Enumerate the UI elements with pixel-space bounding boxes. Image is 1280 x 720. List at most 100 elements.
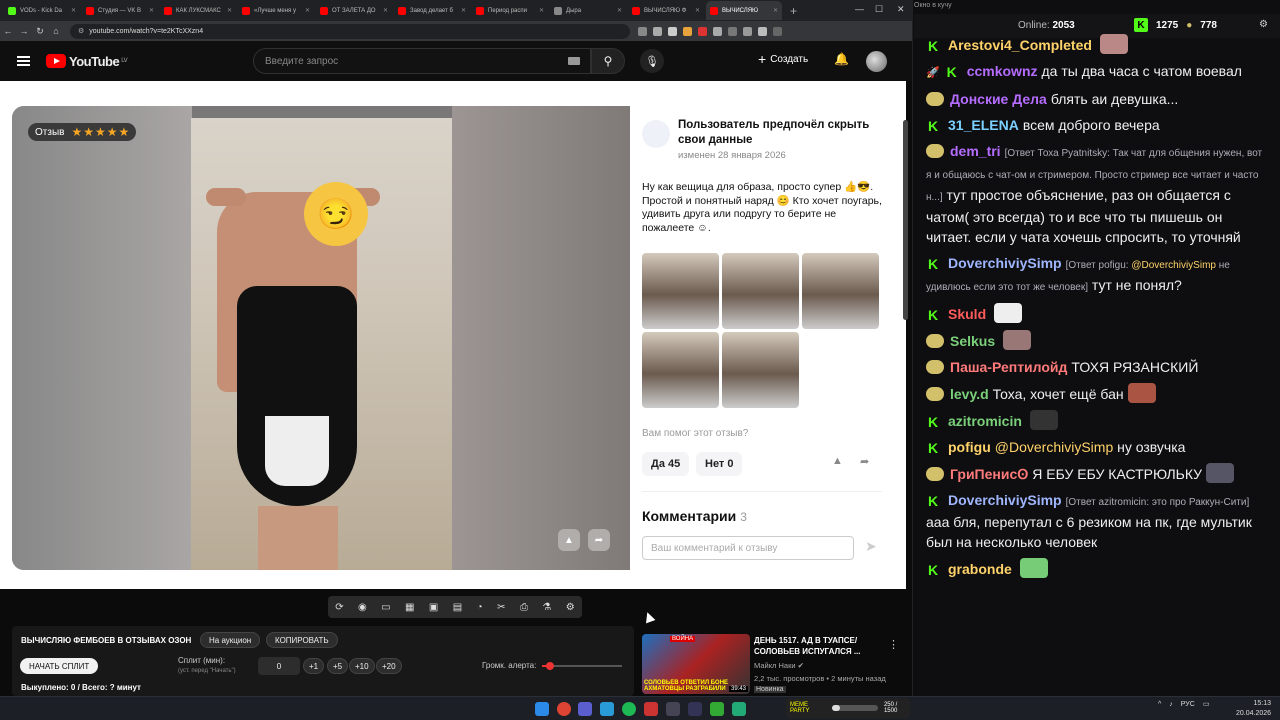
chat-username[interactable]: Донские Дела	[950, 91, 1047, 107]
screenshot-icon[interactable]: ⎙	[520, 602, 528, 613]
review-thumbnail[interactable]	[802, 253, 879, 329]
start-icon[interactable]	[535, 702, 549, 716]
back-icon[interactable]: ←	[0, 26, 16, 36]
helpful-yes-button[interactable]: Да 45	[642, 452, 690, 476]
spotify-icon[interactable]	[622, 702, 636, 716]
chat-username[interactable]: DoverchiviySimp	[948, 492, 1062, 508]
puzzle-icon[interactable]	[728, 26, 737, 36]
pip-icon[interactable]: ▣	[429, 602, 438, 613]
browser-tab[interactable]: VODs - Kick Da ✕	[4, 1, 80, 20]
search-button[interactable]: ⚲	[591, 48, 625, 74]
close-window-icon[interactable]: ✕	[897, 4, 905, 15]
site-info-icon[interactable]: ⚙	[78, 27, 84, 35]
profile-icon[interactable]	[758, 26, 767, 36]
increment-button[interactable]: +1	[303, 658, 325, 674]
close-tab-icon[interactable]: ✕	[617, 7, 622, 14]
close-tab-icon[interactable]: ✕	[383, 7, 388, 14]
review-thumbnail[interactable]	[722, 253, 799, 329]
menu-dots-icon[interactable]	[773, 26, 782, 36]
review-thumbnail[interactable]	[642, 332, 719, 408]
forward-icon[interactable]: →	[16, 26, 32, 36]
helpful-no-button[interactable]: Нет 0	[696, 452, 743, 476]
reply-mention[interactable]: @DoverchiviySimp	[1131, 260, 1216, 271]
send-comment-icon[interactable]: ➤	[865, 538, 877, 555]
review-photo[interactable]: 😏 Отзыв ★★★★★ ▲ ➦	[12, 106, 630, 570]
chat-username[interactable]: Паша-Рептилойд	[950, 359, 1067, 375]
chat-username[interactable]: pofigu	[948, 439, 991, 455]
tray-chevron-icon[interactable]: ^	[1158, 701, 1161, 708]
chat-username[interactable]: 31_ELENA	[948, 117, 1019, 133]
close-tab-icon[interactable]: ✕	[305, 7, 310, 14]
language-indicator[interactable]: РУС	[1181, 701, 1195, 708]
account-avatar[interactable]	[866, 51, 887, 72]
chat-username[interactable]: ГриПенисꙨ	[950, 466, 1028, 482]
chat-username[interactable]: DoverchiviySimp	[948, 255, 1062, 271]
film-icon[interactable]: ▦	[405, 602, 414, 613]
speed-icon[interactable]: ◔	[477, 602, 483, 613]
recommended-channel[interactable]: Майкл Наки ✔	[754, 661, 804, 670]
maximize-icon[interactable]: ☐	[875, 4, 883, 15]
auction-button[interactable]: На аукцион	[200, 632, 261, 648]
home-icon[interactable]: ⌂	[48, 26, 64, 36]
flask-icon[interactable]: ⚗	[542, 602, 551, 613]
browser-tab[interactable]: ОТ ЗАЛЕТА ДО ✕	[316, 1, 392, 20]
browser-tab[interactable]: ВЫЧИСЛЯЮ ✕	[706, 1, 782, 20]
keyboard-icon[interactable]	[568, 57, 580, 65]
chat-username[interactable]: Selkus	[950, 333, 995, 349]
close-tab-icon[interactable]: ✕	[461, 7, 466, 14]
close-tab-icon[interactable]: ✕	[227, 7, 232, 14]
video-frame[interactable]: 😏 Отзыв ★★★★★ ▲ ➦ Пользователь предпочёл…	[0, 81, 906, 589]
alert-volume-slider[interactable]	[542, 662, 622, 670]
copy-button[interactable]: КОПИРОВАТЬ	[266, 632, 338, 648]
app-icon[interactable]	[644, 702, 658, 716]
system-clock[interactable]: 15:13 20.04.2026	[1236, 699, 1271, 719]
chat-username[interactable]: ccmkownz	[967, 63, 1038, 79]
loop-icon[interactable]: ⟳	[335, 602, 343, 613]
obs-icon[interactable]	[578, 702, 592, 716]
minimize-icon[interactable]: —	[855, 4, 864, 14]
review-thumbnail[interactable]	[642, 253, 719, 329]
browser-tab[interactable]: Студия — VK В ✕	[82, 1, 158, 20]
chat-username[interactable]: azitromicin	[948, 413, 1022, 429]
extension-icon[interactable]	[698, 26, 707, 36]
browser-tab[interactable]: ВЫЧИСЛЯЮ Ф ✕	[628, 1, 704, 20]
recommended-thumbnail[interactable]: ВОЙНА СОЛОВЬЕВ ОТВЕТИЛ БОНЕ АХМАТОВЦЫ РА…	[642, 634, 750, 694]
report-review-icon[interactable]: ▲	[832, 455, 843, 467]
zoom-icon[interactable]	[638, 26, 647, 36]
more-options-icon[interactable]: ⋮	[888, 638, 899, 651]
notifications-bell-icon[interactable]: 🔔	[834, 52, 849, 66]
browser-tab[interactable]: Завод делает б ✕	[394, 1, 470, 20]
menu-icon[interactable]	[17, 56, 30, 66]
cast-icon[interactable]: ▭	[381, 602, 390, 613]
voice-search-button[interactable]: 🎙	[640, 49, 664, 73]
share-photo-button[interactable]: ➦	[588, 529, 610, 551]
mic-tray-icon[interactable]: ♪	[1169, 701, 1173, 708]
search-input[interactable]: Введите запрос	[253, 48, 591, 74]
page-scrollbar[interactable]	[903, 120, 908, 320]
browser-tab[interactable]: Дыра ✕	[550, 1, 626, 20]
app-icon[interactable]	[688, 702, 702, 716]
extension-icon[interactable]	[683, 26, 692, 36]
frames-icon[interactable]: ▤	[453, 602, 462, 613]
chat-username[interactable]: Skuld	[948, 306, 986, 322]
new-tab-icon[interactable]: +	[790, 4, 797, 18]
chat-username[interactable]: levy.d	[950, 386, 989, 402]
app-icon[interactable]	[710, 702, 724, 716]
app-icon[interactable]	[666, 702, 680, 716]
recommended-video[interactable]: ВОЙНА СОЛОВЬЕВ ОТВЕТИЛ БОНЕ АХМАТОВЦЫ РА…	[640, 632, 910, 696]
settings-gear-icon[interactable]: ⚙	[566, 602, 575, 613]
chat-username[interactable]: grabonde	[948, 561, 1012, 577]
close-tab-icon[interactable]: ✕	[149, 7, 154, 14]
create-button[interactable]: + Создать	[758, 51, 808, 67]
browser-tab[interactable]: КАК ЛУКСМАКС ✕	[160, 1, 236, 20]
chat-settings-icon[interactable]: ⚙	[1259, 19, 1268, 30]
network-icon[interactable]: ▭	[1203, 700, 1210, 708]
close-tab-icon[interactable]: ✕	[71, 7, 76, 14]
chat-mention[interactable]: @DoverchiviySimp	[995, 439, 1113, 455]
youtube-logo[interactable]: YouTube LV	[46, 54, 128, 69]
clip-icon[interactable]: ✂	[497, 602, 505, 613]
split-minutes-input[interactable]: 0	[258, 657, 300, 675]
increment-button[interactable]: +20	[376, 658, 402, 674]
share-review-icon[interactable]: ➦	[860, 455, 869, 468]
download-icon[interactable]	[743, 26, 752, 36]
